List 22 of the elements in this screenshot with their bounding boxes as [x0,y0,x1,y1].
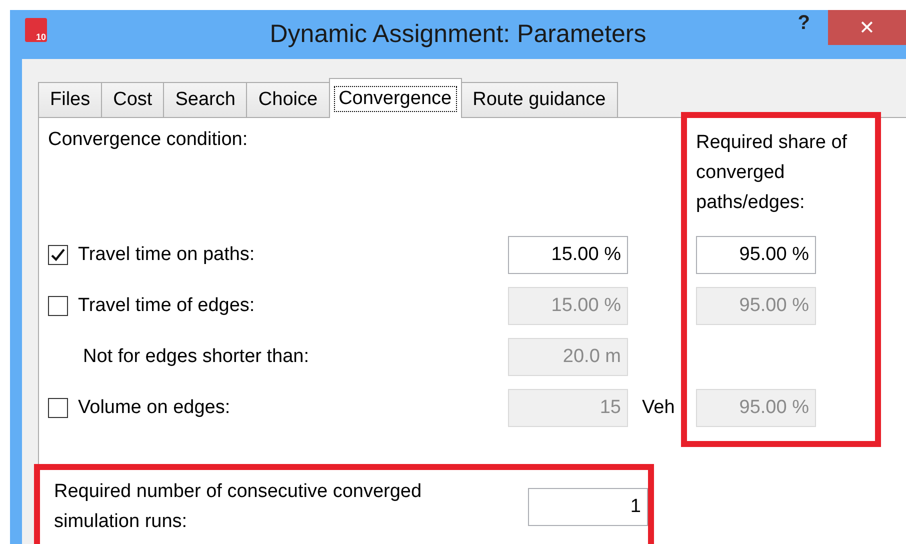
input-field[interactable]: 95.00 % [696,236,816,274]
window-title: Dynamic Assignment: Parameters [270,20,646,48]
tab[interactable]: Search [163,82,248,117]
tab[interactable]: Convergence [328,78,462,118]
close-button[interactable]: ✕ [828,10,906,45]
input-field[interactable]: 1 [528,488,648,526]
tab[interactable]: Files [38,82,102,117]
help-button[interactable]: ? [794,12,814,35]
tab[interactable]: Route guidance [460,82,618,117]
tab[interactable]: Choice [246,82,330,117]
field-label: Travel time of edges: [78,294,255,316]
tab[interactable]: Cost [101,82,164,117]
checkbox[interactable] [48,244,68,264]
input-field[interactable]: 15.00 % [508,236,628,274]
field-label: Not for edges shorter than: [83,346,310,368]
section-label: Convergence condition: [48,128,249,152]
app-icon: 10 [25,18,47,42]
column-heading: Required share of converged paths/edges: [696,131,848,215]
field-label: Travel time on paths: [78,244,255,266]
unit-label: Veh [642,396,675,418]
field-label: Volume on edges: [78,396,230,418]
field-label: Required number of consecutive converged simulation runs: [54,481,422,532]
